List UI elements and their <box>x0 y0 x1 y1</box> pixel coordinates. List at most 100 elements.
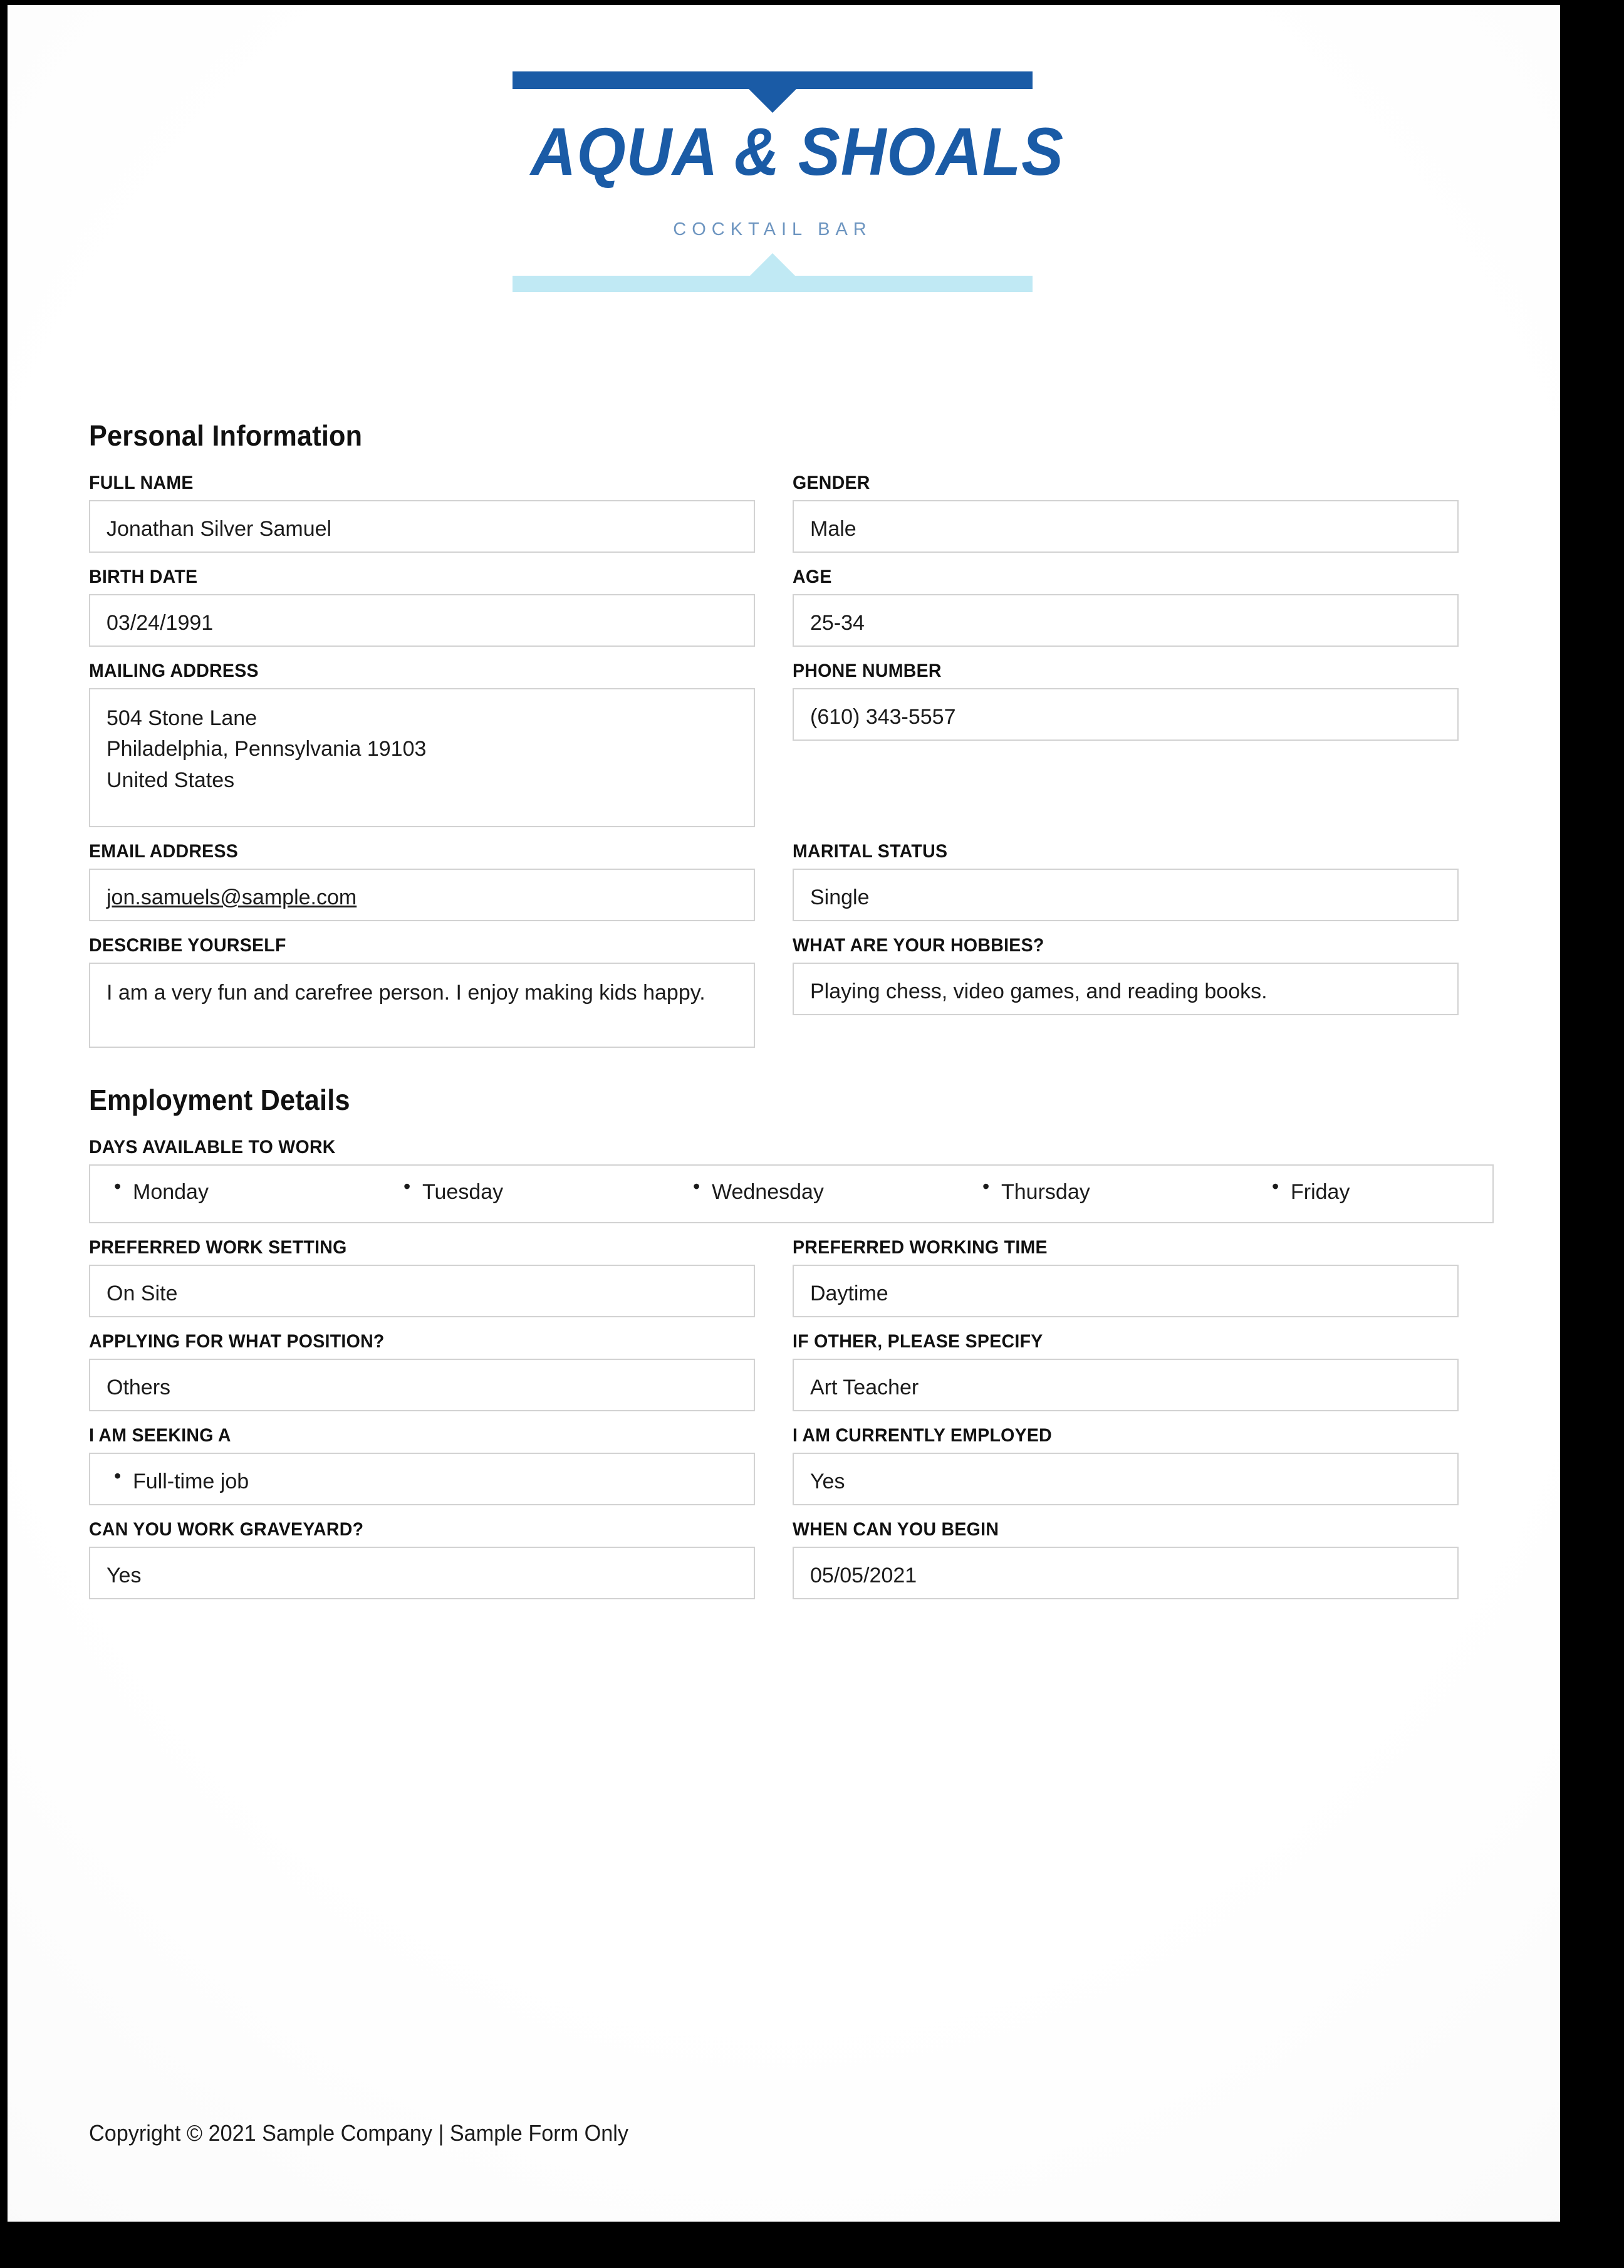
form-row: DAYS AVAILABLE TO WORK Monday Tuesday We… <box>89 1137 1494 1237</box>
form-column-right: MARITAL STATUS Single <box>793 841 1459 935</box>
label-graveyard: CAN YOU WORK GRAVEYARD? <box>89 1519 364 1540</box>
input-birth-date[interactable]: 03/24/1991 <box>89 594 755 647</box>
input-working-time[interactable]: Daytime <box>793 1265 1459 1317</box>
logo-bottom-bar <box>513 276 1033 292</box>
input-graveyard[interactable]: Yes <box>89 1547 755 1599</box>
list-item: Wednesday <box>685 1174 975 1208</box>
logo-up-triangle-icon <box>750 253 795 276</box>
input-describe-yourself[interactable]: I am a very fun and carefree person. I e… <box>89 963 755 1048</box>
label-other-specify: IF OTHER, PLEASE SPECIFY <box>793 1331 1043 1352</box>
label-seeking: I AM SEEKING A <box>89 1425 231 1446</box>
form-row: PREFERRED WORK SETTING On Site PREFERRED… <box>89 1237 1494 1331</box>
field-age: AGE 25-34 <box>793 567 1459 647</box>
input-position[interactable]: Others <box>89 1359 755 1411</box>
form-column-left: CAN YOU WORK GRAVEYARD? Yes <box>89 1519 755 1613</box>
form-column-left: DESCRIBE YOURSELF I am a very fun and ca… <box>89 935 755 1062</box>
input-work-setting[interactable]: On Site <box>89 1265 755 1317</box>
form-column-right: WHAT ARE YOUR HOBBIES? Playing chess, vi… <box>793 935 1459 1029</box>
input-full-name[interactable]: Jonathan Silver Samuel <box>89 500 755 553</box>
form-column-left: PREFERRED WORK SETTING On Site <box>89 1237 755 1331</box>
seeking-list: Full-time job <box>107 1464 737 1497</box>
label-days-available: DAYS AVAILABLE TO WORK <box>89 1137 336 1158</box>
input-mailing-address[interactable]: 504 Stone Lane Philadelphia, Pennsylvani… <box>89 688 755 827</box>
logo-top-bar <box>513 71 1033 89</box>
form-row: APPLYING FOR WHAT POSITION? Others IF OT… <box>89 1331 1494 1425</box>
input-hobbies[interactable]: Playing chess, video games, and reading … <box>793 963 1459 1015</box>
field-hobbies: WHAT ARE YOUR HOBBIES? Playing chess, vi… <box>793 935 1459 1015</box>
form-column-right: PHONE NUMBER (610) 343-5557 <box>793 661 1459 755</box>
list-item: Monday <box>107 1174 396 1208</box>
field-phone-number: PHONE NUMBER (610) 343-5557 <box>793 661 1459 741</box>
form-column-left: APPLYING FOR WHAT POSITION? Others <box>89 1331 755 1425</box>
input-age[interactable]: 25-34 <box>793 594 1459 647</box>
input-gender[interactable]: Male <box>793 500 1459 553</box>
field-describe-yourself: DESCRIBE YOURSELF I am a very fun and ca… <box>89 935 755 1048</box>
form-row: MAILING ADDRESS 504 Stone Lane Philadelp… <box>89 661 1494 841</box>
label-birth-date: BIRTH DATE <box>89 567 198 587</box>
form-column-right: GENDER Male <box>793 473 1459 567</box>
input-begin-date[interactable]: 05/05/2021 <box>793 1547 1459 1599</box>
input-other-specify[interactable]: Art Teacher <box>793 1359 1459 1411</box>
label-phone-number: PHONE NUMBER <box>793 661 942 681</box>
logo-wordmark: AQUA & SHOALS <box>531 113 1064 189</box>
logo-tagline: COCKTAIL BAR <box>673 219 872 239</box>
label-begin-date: WHEN CAN YOU BEGIN <box>793 1519 999 1540</box>
logo-down-triangle-icon <box>749 89 796 113</box>
list-item: Tuesday <box>396 1174 685 1208</box>
form-column-left: FULL NAME Jonathan Silver Samuel <box>89 473 755 567</box>
form-column-full: DAYS AVAILABLE TO WORK Monday Tuesday We… <box>89 1137 1494 1237</box>
label-gender: GENDER <box>793 473 870 493</box>
days-available-list: Monday Tuesday Wednesday Thursday Friday <box>107 1174 1476 1208</box>
field-gender: GENDER Male <box>793 473 1459 553</box>
input-seeking[interactable]: Full-time job <box>89 1453 755 1505</box>
email-link[interactable]: jon.samuels@sample.com <box>107 886 357 909</box>
form-row: BIRTH DATE 03/24/1991 AGE 25-34 <box>89 567 1494 661</box>
form-row: DESCRIBE YOURSELF I am a very fun and ca… <box>89 935 1494 1062</box>
application-form: Personal Information FULL NAME Jonathan … <box>89 419 1494 1613</box>
section-personal-information: Personal Information FULL NAME Jonathan … <box>89 419 1494 1062</box>
label-work-setting: PREFERRED WORK SETTING <box>89 1237 347 1258</box>
field-days-available: DAYS AVAILABLE TO WORK Monday Tuesday We… <box>89 1137 1494 1223</box>
input-days-available[interactable]: Monday Tuesday Wednesday Thursday Friday <box>89 1164 1494 1223</box>
field-work-setting: PREFERRED WORK SETTING On Site <box>89 1237 755 1317</box>
field-full-name: FULL NAME Jonathan Silver Samuel <box>89 473 755 553</box>
field-working-time: PREFERRED WORKING TIME Daytime <box>793 1237 1459 1317</box>
list-item: Full-time job <box>107 1464 737 1497</box>
field-seeking: I AM SEEKING A Full-time job <box>89 1425 755 1505</box>
field-begin-date: WHEN CAN YOU BEGIN 05/05/2021 <box>793 1519 1459 1599</box>
label-describe-yourself: DESCRIBE YOURSELF <box>89 935 286 956</box>
form-column-right: AGE 25-34 <box>793 567 1459 661</box>
label-currently-employed: I AM CURRENTLY EMPLOYED <box>793 1425 1053 1446</box>
input-marital-status[interactable]: Single <box>793 869 1459 921</box>
form-column-right: WHEN CAN YOU BEGIN 05/05/2021 <box>793 1519 1459 1613</box>
form-row: FULL NAME Jonathan Silver Samuel GENDER … <box>89 473 1494 567</box>
list-item: Thursday <box>975 1174 1264 1208</box>
form-column-right: IF OTHER, PLEASE SPECIFY Art Teacher <box>793 1331 1459 1425</box>
field-currently-employed: I AM CURRENTLY EMPLOYED Yes <box>793 1425 1459 1505</box>
form-row: EMAIL ADDRESS jon.samuels@sample.com MAR… <box>89 841 1494 935</box>
address-line-1: 504 Stone Lane <box>107 706 258 730</box>
input-email-address[interactable]: jon.samuels@sample.com <box>89 869 755 921</box>
field-birth-date: BIRTH DATE 03/24/1991 <box>89 567 755 647</box>
document-page: AQUA & SHOALS COCKTAIL BAR Personal Info… <box>8 5 1560 2222</box>
input-currently-employed[interactable]: Yes <box>793 1453 1459 1505</box>
label-full-name: FULL NAME <box>89 473 194 493</box>
section-employment-details: Employment Details DAYS AVAILABLE TO WOR… <box>89 1083 1494 1613</box>
label-marital-status: MARITAL STATUS <box>793 841 948 862</box>
address-line-3: United States <box>107 768 235 792</box>
label-mailing-address: MAILING ADDRESS <box>89 661 259 681</box>
label-hobbies: WHAT ARE YOUR HOBBIES? <box>793 935 1044 956</box>
address-line-2: Philadelphia, Pennsylvania 19103 <box>107 737 427 761</box>
section-title-employment: Employment Details <box>89 1084 350 1116</box>
company-logo: AQUA & SHOALS COCKTAIL BAR <box>513 68 1064 300</box>
field-graveyard: CAN YOU WORK GRAVEYARD? Yes <box>89 1519 755 1599</box>
form-column-left: BIRTH DATE 03/24/1991 <box>89 567 755 661</box>
label-position: APPLYING FOR WHAT POSITION? <box>89 1331 385 1352</box>
section-title-personal: Personal Information <box>89 419 363 452</box>
label-age: AGE <box>793 567 832 587</box>
input-phone-number[interactable]: (610) 343-5557 <box>793 688 1459 741</box>
field-marital-status: MARITAL STATUS Single <box>793 841 1459 921</box>
form-column-right: PREFERRED WORKING TIME Daytime <box>793 1237 1459 1331</box>
form-column-right: I AM CURRENTLY EMPLOYED Yes <box>793 1425 1459 1519</box>
form-column-left: I AM SEEKING A Full-time job <box>89 1425 755 1519</box>
